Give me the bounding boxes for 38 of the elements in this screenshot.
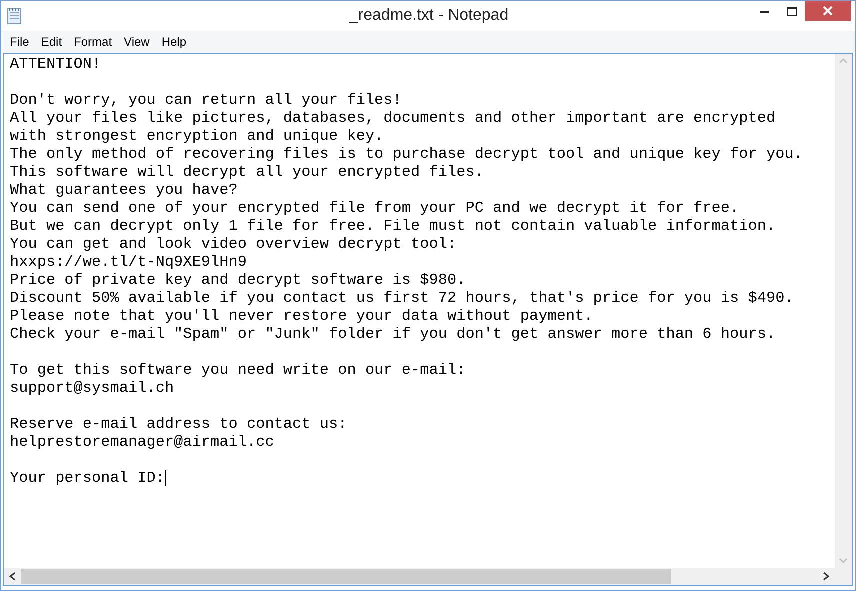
notepad-icon (7, 7, 23, 25)
text-line: All your files like pictures, databases, documents and other important are encrypted (10, 109, 776, 127)
menu-item[interactable]: File (4, 33, 36, 51)
text-line: support@sysmail.ch (10, 379, 174, 397)
minimize-icon (760, 10, 769, 12)
text-line: Price of private key and decrypt software is $980. (10, 271, 466, 289)
close-button[interactable] (805, 1, 851, 21)
horizontal-scroll-thumb[interactable] (21, 569, 671, 584)
scroll-left-icon (9, 572, 16, 581)
text-line: You can send one of your encrypted file from your PC and we decrypt it for free. (10, 199, 740, 217)
text-line: Reserve e-mail address to contact us: (10, 415, 348, 433)
text-line: To get this software you need write on our e-mail: (10, 361, 466, 379)
text-line: Your personal ID: (10, 469, 165, 487)
text-line: Please note that you'll never restore your data without payment. (10, 307, 594, 325)
text-line: helprestoremanager@airmail.cc (10, 433, 274, 451)
text-line: hxxps://we.tl/t-Nq9XE9lHn9 (10, 253, 247, 271)
text-line: Discount 50% available if you contact us first 72 hours, that's price for you is $490. (10, 289, 794, 307)
text-line: Check your e-mail "Spam" or "Junk" folder if you don't get answer more than 6 hours. (10, 325, 776, 343)
text-line: Don't worry, you can return all your files! (10, 91, 402, 109)
scroll-up-icon (839, 58, 848, 64)
scroll-right-icon (823, 572, 830, 581)
text-line: The only method of recovering files is to purchase decrypt tool and unique key for you. (10, 145, 803, 163)
menu-item[interactable]: Edit (35, 33, 68, 51)
text-line: But we can decrypt only 1 file for free. File must not contain valuable information. (10, 217, 776, 235)
menu-item[interactable]: Format (68, 33, 118, 51)
text-area[interactable] (3, 53, 853, 586)
text-line: What guarantees you have? (10, 181, 238, 199)
vertical-scrollbar[interactable] (835, 54, 852, 568)
menu-item[interactable]: View (118, 33, 156, 51)
window-title: _readme.txt - Notepad (348, 6, 510, 26)
close-icon (823, 6, 833, 16)
maximize-icon (786, 6, 796, 16)
scroll-down-icon (839, 558, 848, 564)
text-line: You can get and look video overview decrypt tool: (10, 235, 457, 253)
text-line: This software will decrypt all your encrypted files. (10, 163, 484, 181)
text-line: with strongest encryption and unique key. (10, 127, 384, 145)
text-line: ATTENTION! (10, 55, 102, 73)
menu-item[interactable]: Help (156, 33, 193, 51)
